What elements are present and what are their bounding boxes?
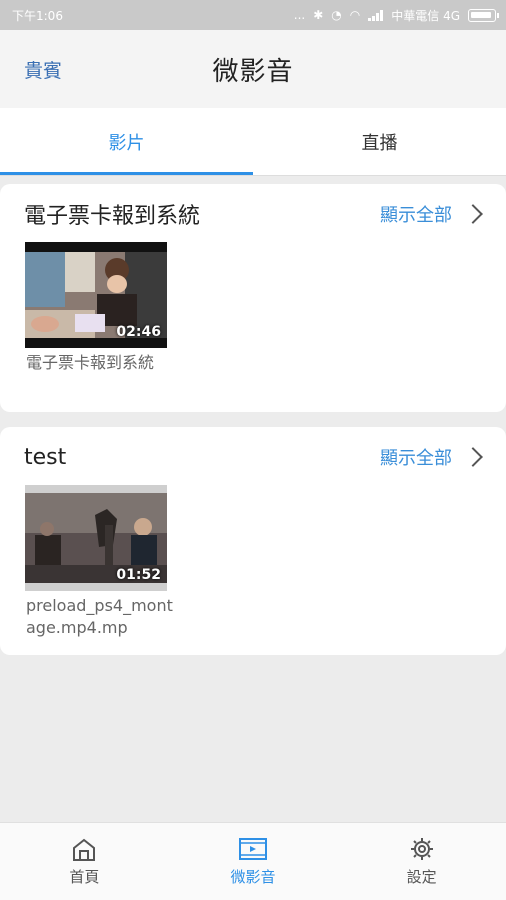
video-section: 電子票卡報到系統 顯示全部 02:46 電子票卡報到系統 bbox=[0, 184, 506, 412]
show-all-button[interactable]: 顯示全部 bbox=[380, 201, 483, 227]
bluetooth-icon: ✱ bbox=[313, 8, 324, 22]
gear-icon bbox=[410, 838, 433, 860]
nav-settings[interactable]: 設定 bbox=[337, 823, 506, 900]
chevron-right-icon bbox=[463, 447, 483, 467]
video-caption[interactable]: preload_ps4_montage.mp4.mp bbox=[26, 595, 176, 639]
guest-button[interactable]: 貴賓 bbox=[24, 56, 62, 83]
wifi-icon: ◠ bbox=[349, 8, 361, 22]
alarm-icon: ◔ bbox=[331, 8, 342, 22]
tab-videos[interactable]: 影片 bbox=[0, 108, 253, 175]
bottom-nav: 首頁 微影音 設定 bbox=[0, 822, 506, 900]
status-time: 下午1:06 bbox=[12, 8, 63, 23]
section-header: test 顯示全部 bbox=[0, 427, 506, 487]
video-duration: 01:52 bbox=[116, 567, 161, 583]
nav-home-label: 首頁 bbox=[69, 868, 100, 886]
home-icon bbox=[73, 838, 96, 861]
chevron-right-icon bbox=[463, 204, 483, 224]
status-bar: 下午1:06 ... ✱ ◔ ◠ 中華電信 4G bbox=[0, 0, 506, 30]
video-duration: 02:46 bbox=[116, 324, 161, 340]
section-title: test bbox=[24, 444, 67, 470]
status-icons: ... ✱ ◔ ◠ 中華電信 4G bbox=[293, 7, 499, 24]
film-icon bbox=[239, 838, 267, 860]
video-section: test 顯示全部 01:52 preload_ps4_montage.mp4.… bbox=[0, 427, 506, 655]
more-dots: ... bbox=[293, 8, 306, 22]
nav-videos-label: 微影音 bbox=[230, 868, 276, 886]
nav-settings-label: 設定 bbox=[406, 868, 437, 886]
carrier-label: 中華電信 4G bbox=[391, 8, 460, 23]
show-all-label: 顯示全部 bbox=[380, 205, 452, 226]
page-title: 微影音 bbox=[212, 56, 294, 87]
video-thumbnail[interactable]: 01:52 bbox=[25, 485, 167, 591]
section-title: 電子票卡報到系統 bbox=[24, 204, 201, 229]
video-thumbnail[interactable]: 02:46 bbox=[25, 242, 167, 348]
video-caption[interactable]: 電子票卡報到系統 bbox=[26, 352, 176, 374]
show-all-button[interactable]: 顯示全部 bbox=[380, 444, 483, 470]
nav-videos[interactable]: 微影音 bbox=[169, 823, 338, 900]
show-all-label: 顯示全部 bbox=[380, 448, 452, 469]
app-header: 貴賓 微影音 bbox=[0, 30, 506, 108]
section-header: 電子票卡報到系統 顯示全部 bbox=[0, 184, 506, 244]
battery-icon bbox=[468, 8, 499, 22]
tab-bar: 影片 直播 bbox=[0, 108, 506, 176]
tab-live[interactable]: 直播 bbox=[253, 108, 506, 175]
nav-home[interactable]: 首頁 bbox=[0, 823, 169, 900]
signal-icon bbox=[368, 9, 384, 21]
